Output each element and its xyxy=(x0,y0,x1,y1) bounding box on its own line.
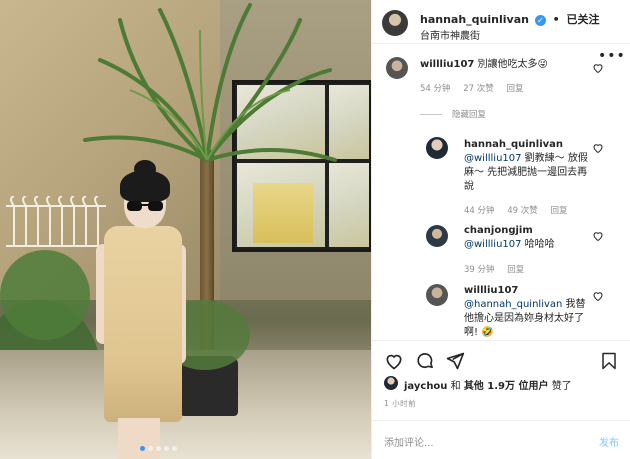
commenter-avatar[interactable] xyxy=(386,57,408,79)
reply-mention[interactable]: @hannah_quinlivan xyxy=(464,299,562,310)
person-legs xyxy=(118,418,160,459)
comment: willliu107 別讓他吃太多😜 xyxy=(420,58,590,72)
reply-time[interactable]: 44 分钟 xyxy=(464,206,495,216)
author-username[interactable]: hannah_quinlivan xyxy=(420,13,529,26)
reply-username[interactable]: hannah_quinlivan xyxy=(464,139,563,150)
like-heart-icon[interactable] xyxy=(384,351,404,371)
likes-suffix: 赞了 xyxy=(551,381,572,392)
author-username-row: hannah_quinlivan ✓ • 已关注 xyxy=(420,11,600,27)
comments-panel: hannah_quinlivan ✓ • 已关注 台南市神農街 ••• will… xyxy=(371,0,630,459)
heart-icon[interactable] xyxy=(592,290,604,302)
reply: chanjongjim @willliu107 哈哈哈 xyxy=(464,224,588,252)
reply-button[interactable]: 回复 xyxy=(507,265,524,275)
reply-meta: 44 分钟 49 次赞 回复 xyxy=(464,204,577,216)
person-bun xyxy=(134,160,156,178)
reply-time[interactable]: 39 分钟 xyxy=(464,265,495,275)
author-avatar[interactable] xyxy=(382,10,408,36)
palm-fronds xyxy=(83,3,337,162)
reply-avatar[interactable] xyxy=(426,284,448,306)
comment-meta: 54 分钟 27 次赞 回复 xyxy=(420,82,533,94)
reply-avatar[interactable] xyxy=(426,137,448,159)
carousel-dots xyxy=(140,446,177,451)
comment-likes[interactable]: 27 次赞 xyxy=(463,84,494,94)
liker-avatar[interactable] xyxy=(384,376,398,390)
sunglasses xyxy=(127,201,163,211)
post-timestamp[interactable]: 1 小时前 xyxy=(384,398,416,409)
reply-button[interactable]: 回复 xyxy=(550,206,567,216)
post-location[interactable]: 台南市神農街 xyxy=(420,27,480,42)
reply-button[interactable]: 回复 xyxy=(506,84,523,94)
comment-input[interactable]: 添加评论... xyxy=(384,434,434,449)
post-comment-button[interactable]: 发布 xyxy=(599,434,619,449)
reply-text: 哈哈哈 xyxy=(521,239,555,250)
post-photo[interactable] xyxy=(0,0,371,459)
other-likers[interactable]: 其他 1.9万 位用户 xyxy=(464,381,549,392)
heart-icon[interactable] xyxy=(592,230,604,242)
heart-icon[interactable] xyxy=(592,62,604,74)
reply-likes[interactable]: 49 次赞 xyxy=(507,206,538,216)
bookmark-icon[interactable] xyxy=(600,351,618,371)
post-header: hannah_quinlivan ✓ • 已关注 台南市神農街 xyxy=(372,0,630,44)
first-liker[interactable]: jaychou xyxy=(404,381,447,392)
separator-dot: • xyxy=(552,13,560,26)
comment-composer: 添加评论... 发布 xyxy=(372,420,630,459)
reply-username[interactable]: willliu107 xyxy=(464,285,518,296)
comment-time[interactable]: 54 分钟 xyxy=(420,84,451,94)
reply-username[interactable]: chanjongjim xyxy=(464,225,533,236)
likes-summary: jaychou 和 其他 1.9万 位用户 赞了 xyxy=(404,377,572,392)
comment-username[interactable]: willliu107 xyxy=(420,59,474,70)
likes-connector: 和 xyxy=(450,381,461,392)
reply: hannah_quinlivan @willliu107 劉教練～ 放假麻～ 先… xyxy=(464,138,588,194)
reply-mention[interactable]: @willliu107 xyxy=(464,153,522,164)
hide-replies-button[interactable]: 隐藏回复 xyxy=(420,108,486,120)
reply-mention[interactable]: @willliu107 xyxy=(464,239,522,250)
reply-meta: 39 分钟 回复 xyxy=(464,263,534,275)
reply: willliu107 @hannah_quinlivan 我替他擔心是因為妳身材… xyxy=(464,284,588,340)
comment-text: 別讓他吃太多😜 xyxy=(477,59,548,70)
heart-icon[interactable] xyxy=(592,142,604,154)
action-bar xyxy=(372,340,630,376)
comment-icon[interactable] xyxy=(415,351,435,371)
fern-back xyxy=(0,250,90,340)
follow-status-button[interactable]: 已关注 xyxy=(567,13,600,26)
person-dress xyxy=(104,226,182,422)
share-icon[interactable] xyxy=(445,351,465,371)
verified-icon: ✓ xyxy=(534,14,546,26)
reply-avatar[interactable] xyxy=(426,225,448,247)
